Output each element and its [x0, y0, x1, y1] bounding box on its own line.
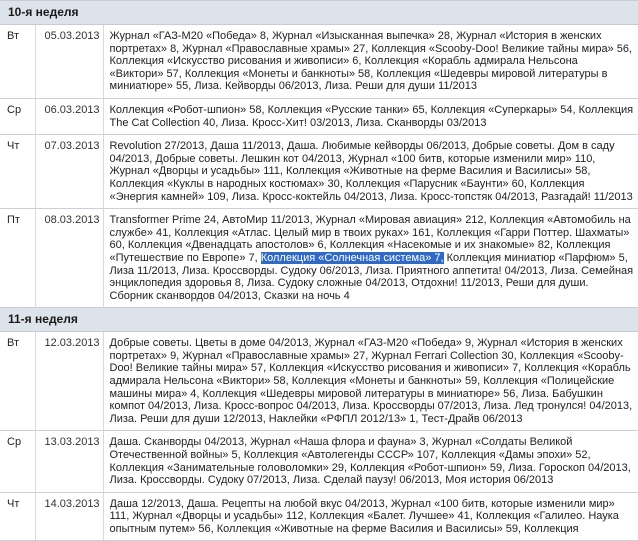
week-header: 11-я неделя: [0, 307, 638, 333]
releases-cell: Журнал «ГАЗ-М20 «Победа» 8, Журнал «Изыс…: [103, 24, 638, 99]
week-title: 10-я неделя: [0, 0, 638, 25]
weekday-cell: Вт: [0, 24, 36, 99]
weekday-cell: Чт: [0, 134, 36, 210]
date-cell: 05.03.2013: [35, 24, 104, 99]
releases-text: Добрые советы. Цветы в доме 04/2013, Жур…: [109, 337, 633, 425]
releases-cell: Transformer Prime 24, АвтоМир 11/2013, Ж…: [103, 208, 638, 309]
releases-cell: Даша. Сканворды 04/2013, Журнал «Наша фл…: [103, 430, 638, 493]
selected-text[interactable]: Коллекция «Солнечная система» 7,: [260, 251, 444, 264]
table-row: Пт 08.03.2013 Transformer Prime 24, Авто…: [0, 208, 638, 309]
week-header: 10-я неделя: [0, 0, 638, 25]
releases-cell: Коллекция «Робот-шпион» 58, Коллекция «Р…: [103, 98, 638, 136]
table-row: Чт 07.03.2013 Revolution 27/2013, Даша 1…: [0, 134, 638, 210]
weekday-cell: Пт: [0, 208, 36, 309]
release-schedule-table: 10-я неделя Вт 05.03.2013 Журнал «ГАЗ-М2…: [0, 0, 638, 541]
weekday-cell: Ср: [0, 98, 36, 136]
releases-text: Журнал «ГАЗ-М20 «Победа» 8, Журнал «Изыс…: [109, 30, 633, 93]
table-row: Ср 06.03.2013 Коллекция «Робот-шпион» 58…: [0, 98, 638, 136]
table-row: Вт 05.03.2013 Журнал «ГАЗ-М20 «Победа» 8…: [0, 24, 638, 99]
table-row: Вт 12.03.2013 Добрые советы. Цветы в дом…: [0, 331, 638, 432]
weekday-cell: Ср: [0, 430, 36, 493]
date-cell: 06.03.2013: [35, 98, 104, 136]
releases-text: Коллекция «Робот-шпион» 58, Коллекция «Р…: [109, 103, 634, 129]
releases-cell: Revolution 27/2013, Даша 11/2013, Даша. …: [103, 134, 638, 210]
weekday-cell: Вт: [0, 331, 36, 432]
releases-cell: Добрые советы. Цветы в доме 04/2013, Жур…: [103, 331, 638, 432]
date-cell: 13.03.2013: [35, 430, 104, 493]
table-row: Ср 13.03.2013 Даша. Сканворды 04/2013, Ж…: [0, 430, 638, 493]
releases-text-clipped: Даша 12/2013, Даша. Рецепты на любой вку…: [109, 497, 619, 535]
date-cell: 08.03.2013: [35, 208, 104, 309]
releases-text: Revolution 27/2013, Даша 11/2013, Даша. …: [109, 140, 633, 203]
releases-text: Даша. Сканворды 04/2013, Журнал «Наша фл…: [109, 436, 631, 487]
week-title: 11-я неделя: [0, 307, 638, 333]
date-cell: 12.03.2013: [35, 331, 104, 432]
date-cell: 07.03.2013: [35, 134, 104, 210]
